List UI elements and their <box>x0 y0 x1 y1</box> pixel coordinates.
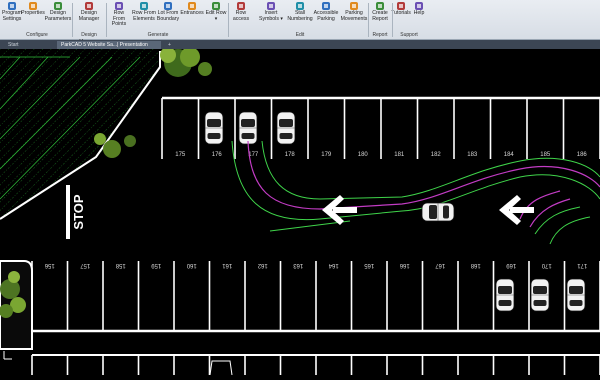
ribbon-separator <box>106 3 107 37</box>
ribbon-button-label: Tutorials <box>391 10 411 16</box>
stall-number: 157 <box>80 262 91 268</box>
ribbon-button-label: Design Parameters <box>44 10 72 22</box>
ribbon-button-label: Create Report <box>372 10 388 22</box>
partial-car-bottom <box>209 360 233 376</box>
stall-number: 166 <box>399 262 410 268</box>
stall-number: 179 <box>321 152 332 158</box>
ribbon-button-label: Row From Elements <box>132 10 156 22</box>
stall-number: 158 <box>115 262 126 268</box>
top-stall-lines <box>161 98 600 159</box>
ribbon-button-label: Edit Row ▾ <box>205 10 227 22</box>
ribbon-button-label: Insert Symbols ▾ <box>259 10 283 22</box>
create-report-button[interactable]: Create Report <box>370 1 390 31</box>
ribbon-group-label: Edit <box>295 32 305 38</box>
ribbon-button-label: Parking Movements <box>340 10 368 22</box>
stall-number: 183 <box>467 152 478 158</box>
vehicle-path-right-outer <box>534 206 591 245</box>
bottom-row-cars <box>495 278 586 312</box>
edit-row-button[interactable]: Edit Row ▾ <box>205 1 227 31</box>
ribbon-button-label: Row From Points <box>111 10 127 28</box>
stall-number: 181 <box>394 152 405 158</box>
stall-number: 164 <box>328 262 339 268</box>
stall-number: 167 <box>435 262 446 268</box>
row-from-points-button[interactable]: Row From Points <box>108 1 130 31</box>
document-tab[interactable]: Start <box>4 41 56 49</box>
ribbon-button-label: Lot From Boundary <box>156 10 180 22</box>
program-settings-button[interactable]: Program Settings <box>2 1 22 31</box>
stall-number: 168 <box>470 262 481 268</box>
direction-arrow-left-2 <box>499 195 534 225</box>
accessible-parking-button[interactable]: Accessible Parking <box>313 1 339 31</box>
ribbon-button-label: Program Settings <box>2 10 22 22</box>
stall-number: 182 <box>431 152 442 158</box>
vehicle-path-inner <box>261 140 600 200</box>
tutorials-button[interactable]: Tutorials <box>391 1 411 31</box>
stall-number: 160 <box>186 262 197 268</box>
ribbon-separator <box>368 3 369 37</box>
ribbon-separator <box>228 3 229 37</box>
direction-arrow-left <box>322 195 357 225</box>
document-tab[interactable]: ParkCAD 5 Website Sa...| Presentation Vi… <box>57 41 161 56</box>
insert-symbols-button[interactable]: Insert Symbols ▾ <box>258 1 284 31</box>
stall-number: 170 <box>541 262 552 268</box>
properties-button[interactable]: Properties <box>21 1 45 31</box>
stall-number: 161 <box>222 262 233 268</box>
stall-number: 176 <box>212 152 223 158</box>
stall-number: 169 <box>506 262 517 268</box>
ribbon-button-label: Accessible Parking <box>313 10 339 22</box>
entrances-button[interactable]: Entrances <box>180 1 204 31</box>
stall-number: 178 <box>285 152 296 158</box>
row-access-button[interactable]: Row access <box>228 1 254 31</box>
stall-number: 185 <box>540 152 551 158</box>
stall-number: 175 <box>175 152 186 158</box>
ribbon-group-label: Configure <box>26 32 48 38</box>
ribbon-button-label: Design Manager <box>78 10 100 22</box>
design-manager-button[interactable]: Design Manager <box>78 1 100 31</box>
ribbon-separator <box>392 3 393 37</box>
lot-from-boundary-button[interactable]: Lot From Boundary <box>156 1 180 31</box>
stall-number: 165 <box>364 262 375 268</box>
document-tabs: Start ParkCAD 5 Website Sa...| Presentati… <box>0 40 600 56</box>
stop-marking: STOP <box>71 194 86 229</box>
bottom-stall-lines <box>31 261 600 331</box>
stall-number: 171 <box>577 262 588 268</box>
ribbon-group-label: Support <box>400 32 418 38</box>
stall-number: 159 <box>151 262 162 268</box>
ribbon-button-label: Entrances <box>180 10 204 16</box>
stall-number: 186 <box>577 152 588 158</box>
lower-row-stall-lines <box>31 354 600 375</box>
ribbon-toolbar: Program Settings Properties Design Paramet… <box>0 0 600 45</box>
stall-number: 184 <box>504 152 515 158</box>
ribbon-button-label: Stall Numbering <box>287 10 313 22</box>
ribbon-group-label: Report <box>372 32 388 38</box>
ribbon-group-label: Generate <box>147 32 169 38</box>
row-from-elements-button[interactable]: Row From Elements <box>132 1 156 31</box>
stall-number: 156 <box>44 262 55 268</box>
moving-car <box>421 202 455 222</box>
stall-number: 162 <box>257 262 268 268</box>
help-button[interactable]: Help <box>412 1 426 31</box>
parking-movements-button[interactable]: Parking Movements <box>340 1 368 31</box>
ribbon-group-label: Design Manager <box>79 32 99 45</box>
stall-number: 180 <box>358 152 369 158</box>
ribbon-button-label: Help <box>413 10 425 16</box>
design-parameters-button[interactable]: Design Parameters <box>44 1 72 31</box>
ribbon-separator <box>72 3 73 37</box>
drawing-canvas[interactable]: 175 176 177 178 179 180 181 182 183 184 185 186 STO… <box>0 47 600 376</box>
new-tab-button[interactable]: + <box>164 41 174 49</box>
ribbon-button-label: Properties <box>21 10 45 16</box>
landscape-island-top <box>0 49 160 219</box>
ribbon-button-label: Row access <box>232 10 250 22</box>
stall-number: 163 <box>293 262 304 268</box>
stall-numbering-button[interactable]: Stall Numbering <box>287 1 313 31</box>
top-row-cars <box>204 111 296 145</box>
